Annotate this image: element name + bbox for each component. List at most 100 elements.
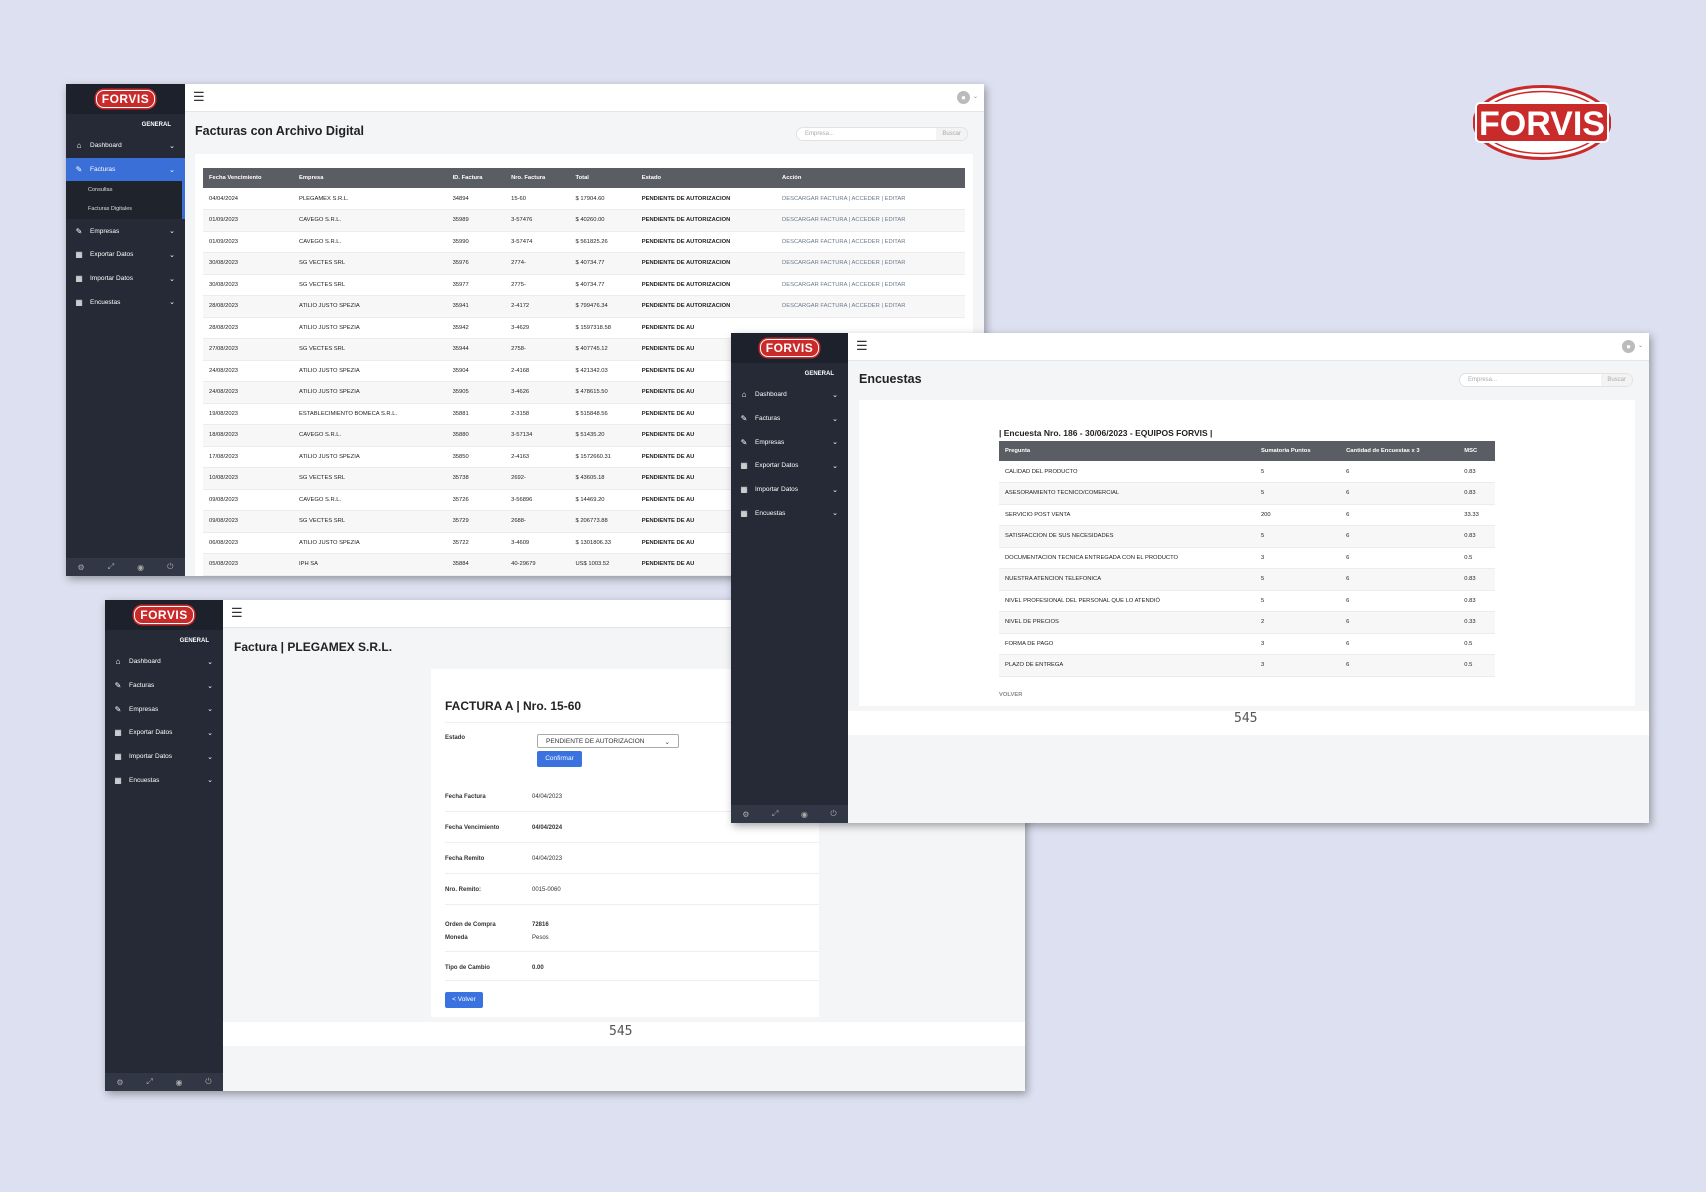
search-input[interactable]: Empresa... (797, 128, 936, 140)
eye-icon[interactable]: ◉ (801, 810, 808, 819)
power-icon[interactable]: ⏻ (830, 809, 836, 819)
table-cell: 3-56896 (505, 489, 570, 511)
table-cell: $ 40260.00 (569, 209, 636, 232)
column-header: MSC (1458, 441, 1495, 461)
row-actions-link[interactable]: DESCARGAR FACTURA | ACCEDER | EDITAR (776, 274, 965, 296)
fullscreen-icon[interactable]: ⤢ (146, 1077, 152, 1087)
field-label: Fecha Factura (445, 794, 486, 800)
sidebar-item-dashboard[interactable]: ⌂ Dashboard ⌄ (66, 134, 185, 158)
sidebar-item-encuestas[interactable]: ▦ Encuestas ⌄ (66, 290, 185, 314)
power-icon[interactable]: ⏻ (167, 562, 173, 572)
eye-icon[interactable]: ◉ (137, 563, 144, 572)
table-cell: 35881 (446, 403, 506, 425)
sidebar: FORVIS GENERAL ⌂ Dashboard ⌄ ✎ Facturas ⌄ ✎ E… (731, 333, 848, 823)
gear-icon[interactable]: ⚙ (742, 810, 749, 819)
fullscreen-icon[interactable]: ⤢ (108, 562, 114, 572)
sidebar-item-encuestas[interactable]: ▦ Encuestas ⌄ (731, 501, 848, 525)
sidebar-item-importar[interactable]: ▦ Importar Datos ⌄ (66, 267, 185, 291)
sidebar-item-facturas[interactable]: ✎ Facturas ⌄ (66, 157, 185, 182)
hamburger-icon[interactable]: ☰ (856, 338, 868, 354)
sidebar-item-dashboard[interactable]: ⌂ Dashboard ⌄ (105, 650, 223, 674)
power-icon[interactable]: ⏻ (205, 1077, 211, 1087)
row-actions-link[interactable]: DESCARGAR FACTURA | ACCEDER | EDITAR (776, 188, 965, 210)
table-cell: 35738 (446, 467, 506, 490)
table-cell: ATILIO JUSTO SPEZIA (293, 295, 447, 318)
table-row: 30/08/2023 SG VECTES SRL 35977 2775- $ 40734… (203, 274, 965, 296)
search-button[interactable]: Buscar (936, 128, 967, 140)
chevron-down-icon: ⌄ (664, 739, 670, 746)
orden-label: Orden de Compra (445, 922, 496, 928)
chevron-down-icon: ⌄ (169, 142, 175, 150)
table-cell: 0.83 (1458, 482, 1495, 505)
table-cell: PENDIENTE DE AUTORIZACION (635, 188, 777, 210)
table-cell: 6 (1340, 504, 1459, 526)
fullscreen-icon[interactable]: ⤢ (772, 809, 778, 819)
table-cell: SG VECTES SRL (293, 338, 447, 361)
sidebar-footer: ⚙ ⤢ ◉ ⏻ (66, 558, 185, 576)
table-cell: ATILIO JUSTO SPEZIA (293, 446, 447, 468)
table-cell: $ 206773.88 (569, 510, 636, 533)
footer-mark: 545 (1234, 711, 1258, 726)
row-actions-link[interactable]: DESCARGAR FACTURA | ACCEDER | EDITAR (776, 231, 965, 253)
sidebar-item-exportar[interactable]: ▦ Exportar Datos ⌄ (105, 721, 223, 745)
table-cell: 0.33 (1458, 611, 1495, 634)
hamburger-icon[interactable]: ☰ (231, 605, 243, 621)
chevron-down-icon[interactable]: ⌄ (973, 93, 978, 100)
gear-icon[interactable]: ⚙ (78, 563, 85, 572)
table-cell: NIVEL DE PRECIOS (999, 611, 1255, 634)
row-actions-link[interactable]: DESCARGAR FACTURA | ACCEDER | EDITAR (776, 209, 965, 232)
chevron-down-icon[interactable]: ⌄ (1638, 342, 1643, 349)
table-icon: ▦ (114, 775, 122, 785)
sidebar-item-dashboard[interactable]: ⌂ Dashboard ⌄ (731, 383, 848, 407)
search-button[interactable]: Buscar (1601, 374, 1632, 386)
encuesta-table: Pregunta Sumatoria Puntos Cantidad de Encu… (999, 441, 1495, 677)
sidebar-item-facturas[interactable]: ✎ Facturas ⌄ (105, 674, 223, 698)
submenu-item-consultas[interactable]: Consultas (66, 181, 182, 200)
sidebar-item-empresas[interactable]: ✎ Empresas ⌄ (105, 697, 223, 721)
sidebar-footer: ⚙ ⤢ ◉ ⏻ (105, 1073, 223, 1091)
hamburger-icon[interactable]: ☰ (193, 89, 205, 105)
table-cell: 2688- (505, 510, 570, 533)
table-cell: 3-4629 (505, 317, 570, 339)
sidebar-item-importar[interactable]: ▦ Importar Datos ⌄ (731, 478, 848, 502)
sidebar-section-title: GENERAL (179, 638, 209, 644)
table-cell: ATILIO JUSTO SPEZIA (293, 532, 447, 554)
table-row: SERVICIO POST VENTA 200 6 33.33 (999, 504, 1495, 526)
estado-select[interactable]: PENDIENTE DE AUTORIZACION ⌄ (537, 734, 679, 748)
sidebar-item-importar[interactable]: ▦ Importar Datos ⌄ (105, 745, 223, 769)
sidebar-item-exportar[interactable]: ▦ Exportar Datos ⌄ (731, 454, 848, 478)
volver-link[interactable]: VOLVER (999, 692, 1022, 698)
row-actions-link[interactable]: DESCARGAR FACTURA | ACCEDER | EDITAR (776, 252, 965, 275)
edit-icon: ✎ (114, 681, 122, 691)
back-button[interactable]: < Volver (445, 992, 483, 1008)
table-cell: 35722 (446, 532, 506, 554)
encuesta-heading: | Encuesta Nro. 186 - 30/06/2023 - EQUIP… (999, 428, 1213, 438)
confirm-button[interactable]: Confirmar (537, 751, 582, 767)
sidebar-item-facturas[interactable]: ✎ Facturas ⌄ (731, 407, 848, 431)
sidebar-item-empresas[interactable]: ✎ Empresas ⌄ (731, 430, 848, 454)
row-actions-link[interactable]: DESCARGAR FACTURA | ACCEDER | EDITAR (776, 295, 965, 318)
submenu-item-facturas-digitales[interactable]: Facturas Digitales (66, 200, 182, 219)
table-icon: ▦ (114, 728, 122, 738)
table-cell: 35942 (446, 317, 506, 339)
table-cell: 5 (1254, 461, 1341, 483)
sidebar-item-exportar[interactable]: ▦ Exportar Datos ⌄ (66, 243, 185, 267)
table-cell: 6 (1340, 654, 1459, 677)
sidebar-item-empresas[interactable]: ✎ Empresas ⌄ (66, 219, 185, 243)
table-cell: $ 478615.50 (569, 381, 636, 404)
table-cell: 33.33 (1458, 504, 1495, 526)
column-header: Sumatoria Puntos (1254, 441, 1341, 461)
table-cell: 2 (1254, 611, 1341, 634)
table-cell: 30/08/2023 (203, 274, 294, 296)
table-cell: CAVEGO S.R.L. (293, 231, 447, 253)
sidebar-item-encuestas[interactable]: ▦ Encuestas ⌄ (105, 768, 223, 792)
table-cell: CAVEGO S.R.L. (293, 209, 447, 232)
eye-icon[interactable]: ◉ (175, 1078, 182, 1087)
table-cell: 2758- (505, 338, 570, 361)
gear-icon[interactable]: ⚙ (116, 1078, 123, 1087)
edit-icon: ✎ (75, 226, 83, 236)
search-input[interactable]: Empresa... (1460, 374, 1601, 386)
avatar[interactable]: ● (1622, 340, 1635, 353)
avatar[interactable]: ● (957, 91, 970, 104)
field-label: Fecha Vencimiento (445, 825, 500, 831)
